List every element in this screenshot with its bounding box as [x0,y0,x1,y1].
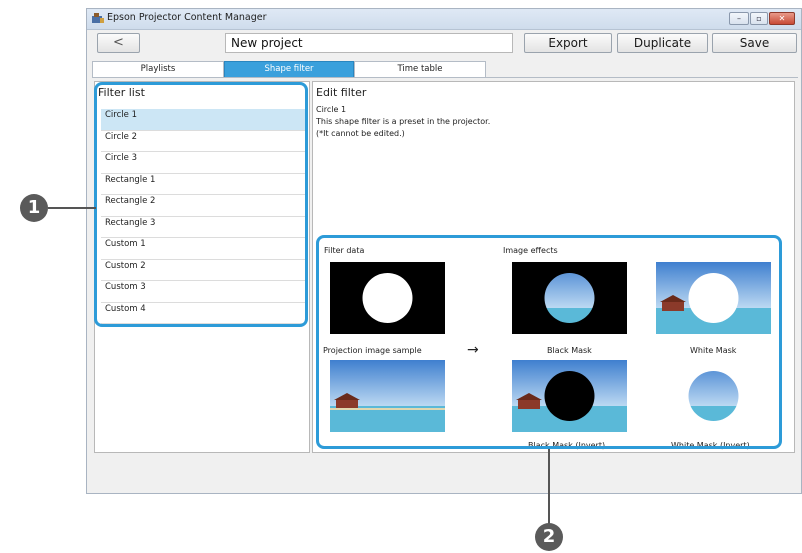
callout-bubble-1: 1 [20,194,48,222]
export-button[interactable]: Export [524,33,612,53]
tab-shape-filter[interactable]: Shape filter [224,61,354,78]
window-title: Epson Projector Content Manager [107,12,267,23]
chevron-left-icon: < [113,35,124,50]
app-icon [92,13,104,23]
filter-description: This shape filter is a preset in the pro… [316,117,491,126]
title-bar: Epson Projector Content Manager – ▫ ✕ [87,9,801,30]
duplicate-button[interactable]: Duplicate [617,33,708,53]
edit-filter-title: Edit filter [316,86,367,99]
save-button[interactable]: Save [712,33,797,53]
callout-line-1 [48,207,96,209]
callout-box-1 [94,82,308,327]
minimize-icon[interactable]: – [729,12,749,25]
tab-time-table[interactable]: Time table [354,61,486,78]
close-icon[interactable]: ✕ [769,12,795,25]
filter-note: (*It cannot be edited.) [316,129,405,138]
callout-bubble-2: 2 [535,523,563,551]
back-button[interactable]: < [97,33,140,53]
callout-line-2 [548,449,550,525]
filter-info: Circle 1 This shape filter is a preset i… [316,104,546,232]
maximize-icon[interactable]: ▫ [750,12,768,25]
project-name-field[interactable]: New project [225,33,513,53]
tab-divider [92,77,798,78]
tab-playlists[interactable]: Playlists [92,61,224,78]
callout-box-2 [316,235,782,449]
filter-name: Circle 1 [316,105,347,114]
